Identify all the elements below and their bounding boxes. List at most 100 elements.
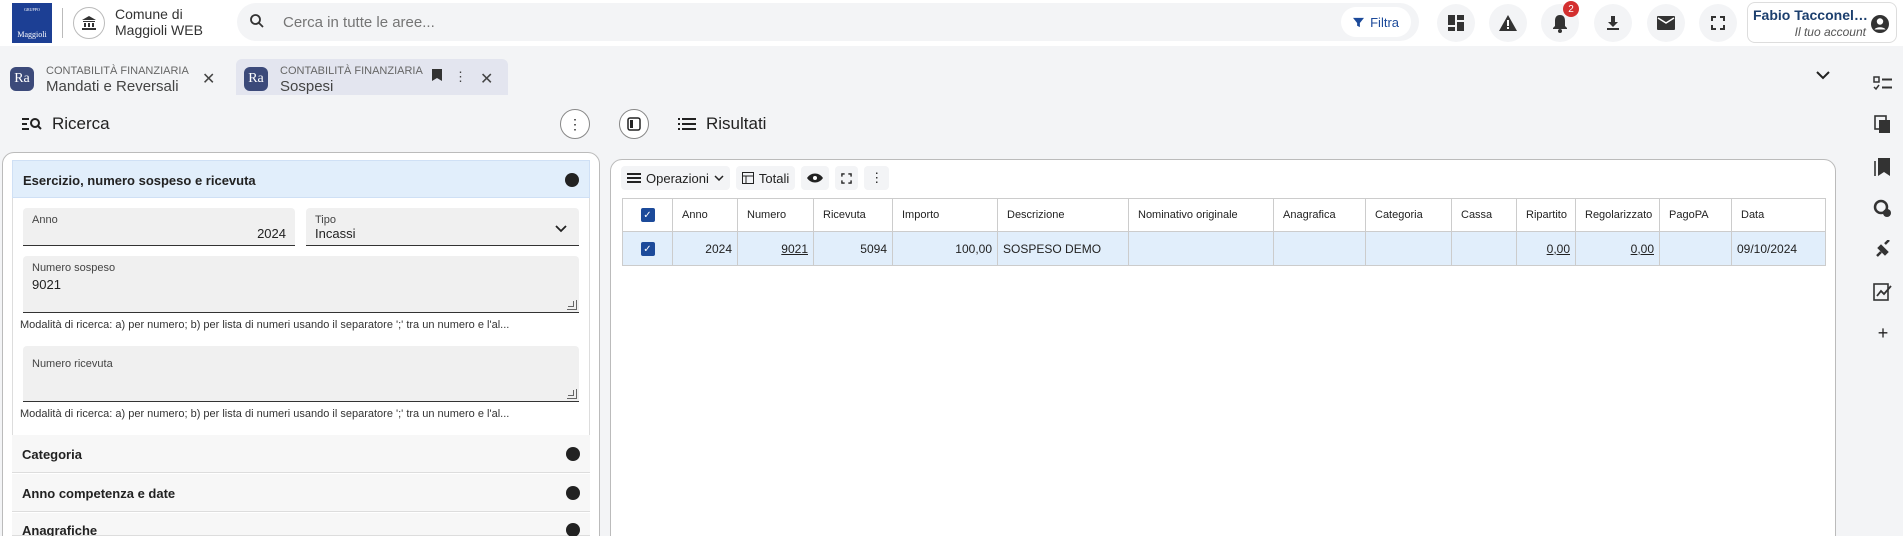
cell-anno: 2024 <box>672 231 738 266</box>
column-header[interactable]: Categoria <box>1365 198 1452 232</box>
search-panel-title: Ricerca <box>22 114 110 134</box>
notifications-button[interactable]: 2 <box>1541 1 1579 42</box>
results-table: ✓ Anno Numero Ricevuta Importo Descrizio… <box>622 198 1826 266</box>
cell-descrizione: SOSPESO DEMO <box>997 231 1129 266</box>
maggioli-logo[interactable]: GRUPPO Maggioli <box>12 3 52 43</box>
cell-nominativo <box>1128 231 1274 266</box>
resize-handle[interactable] <box>567 389 577 399</box>
list-icon <box>678 118 696 130</box>
table-icon <box>741 172 754 184</box>
row-checkbox[interactable]: ✓ <box>622 231 673 266</box>
column-header[interactable]: Ripartito <box>1516 198 1576 232</box>
chevron-up-icon <box>565 173 579 187</box>
cell-cassa <box>1451 231 1517 266</box>
tab-sospesi[interactable]: Ra CONTABILITÀ FINANZIARIA Sospesi ⋮ ✕ <box>236 59 508 95</box>
side-panel-icon <box>627 117 641 131</box>
cell-ripartito-link[interactable]: 0,00 <box>1516 231 1576 266</box>
section-anagrafiche-header[interactable]: Anagrafiche <box>12 513 590 536</box>
column-header[interactable]: Data <box>1731 198 1826 232</box>
column-header[interactable]: Ricevuta <box>813 198 893 232</box>
results-toolbar: Operazioni Totali ⋮ <box>621 165 890 191</box>
bookmarks-icon[interactable] <box>1872 156 1894 178</box>
town-hall-icon[interactable] <box>73 7 105 39</box>
more-vert-icon[interactable]: ⋮ <box>454 69 467 85</box>
cell-data: 09/10/2024 <box>1731 231 1826 266</box>
column-header[interactable]: Regolarizzato <box>1575 198 1660 232</box>
toggle-panel-button[interactable] <box>619 109 649 139</box>
account-icon <box>1870 14 1890 37</box>
section-categoria-header[interactable]: Categoria <box>12 435 590 473</box>
signature-icon[interactable] <box>1872 281 1894 303</box>
cell-numero-link[interactable]: 9021 <box>737 231 814 266</box>
chevron-down-icon <box>714 175 724 181</box>
divider <box>62 8 63 38</box>
warning-button[interactable] <box>1489 4 1527 42</box>
section-anno-competenza-header[interactable]: Anno competenza e date <box>12 474 590 512</box>
column-header[interactable]: Anagrafica <box>1273 198 1366 232</box>
download-icon <box>1607 16 1619 30</box>
numero-sospeso-hint: Modalità di ricerca: a) per numero; b) p… <box>20 319 510 331</box>
tab-mandati-reversali[interactable]: Ra CONTABILITÀ FINANZIARIA Mandati e Rev… <box>2 59 224 95</box>
column-header[interactable]: Descrizione <box>997 198 1129 232</box>
bookmark-icon[interactable] <box>432 69 442 84</box>
check-icon: ✓ <box>640 242 655 257</box>
column-header[interactable]: Anno <box>672 198 738 232</box>
chevron-down-icon <box>566 486 580 500</box>
mail-button[interactable] <box>1647 4 1685 42</box>
plugin-icon[interactable] <box>1872 239 1894 261</box>
column-header[interactable]: PagoPA <box>1659 198 1732 232</box>
cell-categoria <box>1365 231 1452 266</box>
close-tab-icon[interactable]: ✕ <box>480 69 493 89</box>
settings-icon[interactable] <box>1872 198 1894 220</box>
results-panel-title: Risultati <box>678 114 766 134</box>
numero-ricevuta-field[interactable]: Numero ricevuta <box>23 346 579 402</box>
resize-handle[interactable] <box>567 300 577 310</box>
fullscreen-icon <box>841 172 853 184</box>
checklist-icon[interactable] <box>1872 73 1894 95</box>
expand-button[interactable] <box>835 166 859 190</box>
numero-ricevuta-hint: Modalità di ricerca: a) per numero; b) p… <box>20 408 510 420</box>
download-button[interactable] <box>1594 4 1632 42</box>
more-vert-icon: ⋮ <box>870 170 884 185</box>
operazioni-menu-button[interactable]: Operazioni <box>621 166 730 190</box>
top-bar: GRUPPO Maggioli Comune di Maggioli WEB F… <box>0 0 1903 46</box>
numero-sospeso-field[interactable]: Numero sospeso 9021 <box>23 256 579 313</box>
notification-badge: 2 <box>1563 1 1579 17</box>
eye-icon <box>807 173 824 183</box>
close-tab-icon[interactable]: ✕ <box>202 69 215 89</box>
chevron-down-icon[interactable] <box>1816 68 1830 83</box>
cell-pagopa <box>1659 231 1732 266</box>
column-header[interactable]: Numero <box>737 198 814 232</box>
right-sidebar: + <box>1862 60 1903 536</box>
column-header[interactable]: Nominativo originale <box>1128 198 1274 232</box>
module-avatar: Ra <box>10 67 34 91</box>
search-input[interactable] <box>283 10 1083 34</box>
select-all-checkbox[interactable]: ✓ <box>622 198 673 232</box>
chevron-down-icon <box>566 523 580 536</box>
add-icon[interactable]: + <box>1872 322 1894 344</box>
search-options-button[interactable]: ⋮ <box>560 109 590 139</box>
mail-icon <box>1657 16 1675 30</box>
fullscreen-button[interactable] <box>1699 4 1737 42</box>
search-icon <box>249 13 265 32</box>
app-title: Comune di Maggioli WEB <box>115 6 203 38</box>
column-header[interactable]: Importo <box>892 198 998 232</box>
section-esercizio-header[interactable]: Esercizio, numero sospeso e ricevuta <box>12 160 590 198</box>
column-header[interactable]: Cassa <box>1451 198 1517 232</box>
cell-anagrafica <box>1273 231 1366 266</box>
cell-importo: 100,00 <box>892 231 998 266</box>
visibility-button[interactable] <box>801 166 830 190</box>
totali-button[interactable]: Totali <box>735 166 796 190</box>
table-row[interactable]: ✓ 2024 9021 5094 100,00 SOSPESO DEMO 0,0… <box>622 231 1826 266</box>
warning-icon <box>1499 15 1517 31</box>
anno-field[interactable]: Anno 2024 <box>23 208 295 246</box>
filter-button[interactable]: Filtra <box>1341 7 1411 37</box>
table-header-row: ✓ Anno Numero Ricevuta Importo Descrizio… <box>622 198 1826 232</box>
account-button[interactable]: Fabio Tacconell... Il tuo account <box>1747 2 1897 43</box>
cell-regolarizzato-link[interactable]: 0,00 <box>1575 231 1660 266</box>
dashboard-button[interactable] <box>1437 4 1475 42</box>
copy-icon[interactable] <box>1872 114 1894 136</box>
more-vert-icon: ⋮ <box>568 115 582 132</box>
more-options-button[interactable]: ⋮ <box>864 166 890 190</box>
tipo-select[interactable]: Tipo Incassi <box>306 208 579 246</box>
